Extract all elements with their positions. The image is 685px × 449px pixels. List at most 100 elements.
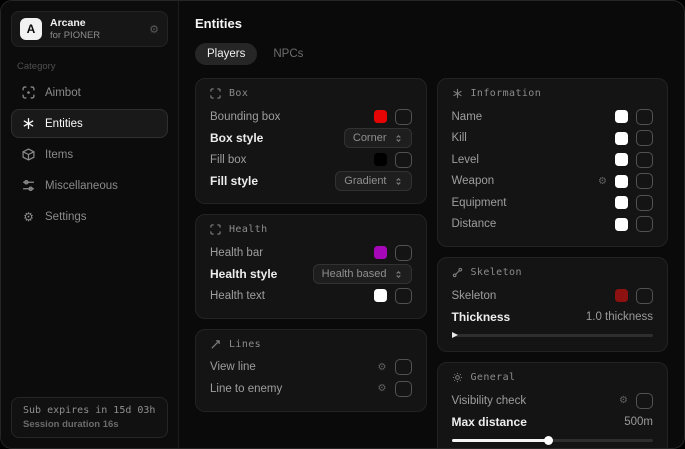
sidebar-item-aimbot[interactable]: Aimbot [11,78,168,107]
panel-lines-header: Lines [210,339,412,350]
panel-title: General [471,372,516,383]
setting-row-view-line: View line ⚙ [210,357,412,379]
tab-npcs[interactable]: NPCs [261,43,315,65]
entities-icon [22,117,35,130]
color-swatch[interactable] [615,218,628,231]
tab-players[interactable]: Players [195,43,257,65]
settings-icon: ⚙ [22,210,35,223]
setting-row-level: Level [452,149,654,171]
kill-checkbox[interactable] [636,130,653,146]
setting-label: Box style [210,131,263,145]
setting-row-distance: Distance [452,214,654,236]
gear-icon[interactable]: ⚙ [619,395,628,406]
setting-label: Fill style [210,174,258,188]
max-distance-slider[interactable] [452,436,654,445]
slider-track [452,334,654,337]
color-swatch[interactable] [615,175,628,188]
color-swatch[interactable] [374,110,387,123]
category-label: Category [17,61,162,72]
sidebar-item-label: Entities [45,118,83,130]
chevron-updown-icon [394,270,403,279]
lines-icon [210,339,221,350]
weapon-checkbox[interactable] [636,173,653,189]
setting-row-health-text: Health text [210,285,412,307]
app-name: Arcane [50,17,100,30]
aimbot-icon [22,86,35,99]
setting-row-health-bar: Health bar [210,242,412,264]
color-swatch[interactable] [374,153,387,166]
bounding-box-checkbox[interactable] [395,109,412,125]
page-title: Entities [195,16,668,31]
setting-label: Distance [452,218,497,230]
panel-skeleton-header: Skeleton [452,267,654,278]
box-style-dropdown[interactable]: Corner [344,128,412,148]
setting-row-max-distance: Max distance 500m [452,412,654,434]
setting-row-bounding-box: Bounding box [210,106,412,128]
thickness-value: 1.0 thickness [586,311,653,323]
max-distance-value: 500m [624,416,653,428]
gear-icon[interactable]: ⚙ [149,23,159,36]
setting-label: Thickness [452,310,511,324]
chevron-updown-icon [394,177,403,186]
dropdown-value: Gradient [344,175,386,187]
line-to-enemy-checkbox[interactable] [395,381,412,397]
color-swatch[interactable] [615,110,628,123]
slider-thumb[interactable] [544,436,553,445]
color-swatch[interactable] [374,289,387,302]
sidebar-item-miscellaneous[interactable]: Miscellaneous [11,171,168,200]
panel-skeleton: Skeleton Skeleton Thickness 1.0 thicknes… [437,257,669,352]
panel-information: Information Name Kill [437,78,669,247]
health-style-dropdown[interactable]: Health based [313,264,412,284]
panel-title: Box [229,88,248,99]
health-icon [210,224,221,235]
level-checkbox[interactable] [636,152,653,168]
miscellaneous-icon [22,179,35,192]
slider-thumb[interactable] [452,332,458,338]
color-swatch[interactable] [615,289,628,302]
visibility-check-checkbox[interactable] [636,393,653,409]
skeleton-checkbox[interactable] [636,288,653,304]
bone-icon [452,267,463,278]
view-line-checkbox[interactable] [395,359,412,375]
distance-checkbox[interactable] [636,216,653,232]
color-swatch[interactable] [615,153,628,166]
health-bar-checkbox[interactable] [395,245,412,261]
gear-icon[interactable]: ⚙ [378,383,387,394]
sidebar-item-label: Aimbot [45,87,81,99]
gear-icon[interactable]: ⚙ [378,362,387,373]
setting-label: View line [210,361,256,373]
setting-row-equipment: Equipment [452,192,654,214]
sidebar-item-items[interactable]: Items [11,140,168,169]
color-swatch[interactable] [615,132,628,145]
setting-label: Name [452,111,483,123]
panel-box-header: Box [210,88,412,99]
main-content: Entities Players NPCs Box [179,1,684,448]
thickness-slider[interactable] [452,331,654,340]
color-swatch[interactable] [615,196,628,209]
setting-row-skeleton: Skeleton [452,285,654,307]
setting-label: Bounding box [210,111,280,123]
setting-row-name: Name [452,106,654,128]
setting-row-box-style: Box style Corner [210,128,412,150]
setting-label: Health text [210,290,265,302]
equipment-checkbox[interactable] [636,195,653,211]
gear-icon[interactable]: ⚙ [598,176,607,187]
panel-health: Health Health bar Health style Health ba… [195,214,427,319]
health-text-checkbox[interactable] [395,288,412,304]
setting-row-thickness: Thickness 1.0 thickness [452,307,654,329]
sidebar-item-label: Settings [45,211,87,223]
subscription-card: Sub expires in 15d 03h Session duration … [11,397,168,438]
name-checkbox[interactable] [636,109,653,125]
panel-box: Box Bounding box Box style Corner [195,78,427,204]
sidebar-item-entities[interactable]: Entities [11,109,168,138]
panel-title: Information [471,88,542,99]
setting-label: Skeleton [452,290,497,302]
sidebar-item-settings[interactable]: ⚙ Settings [11,202,168,231]
fill-box-checkbox[interactable] [395,152,412,168]
setting-label: Level [452,154,480,166]
fill-style-dropdown[interactable]: Gradient [335,171,411,191]
color-swatch[interactable] [374,246,387,259]
setting-label: Kill [452,132,467,144]
setting-row-line-to-enemy: Line to enemy ⚙ [210,378,412,400]
setting-label: Fill box [210,154,246,166]
